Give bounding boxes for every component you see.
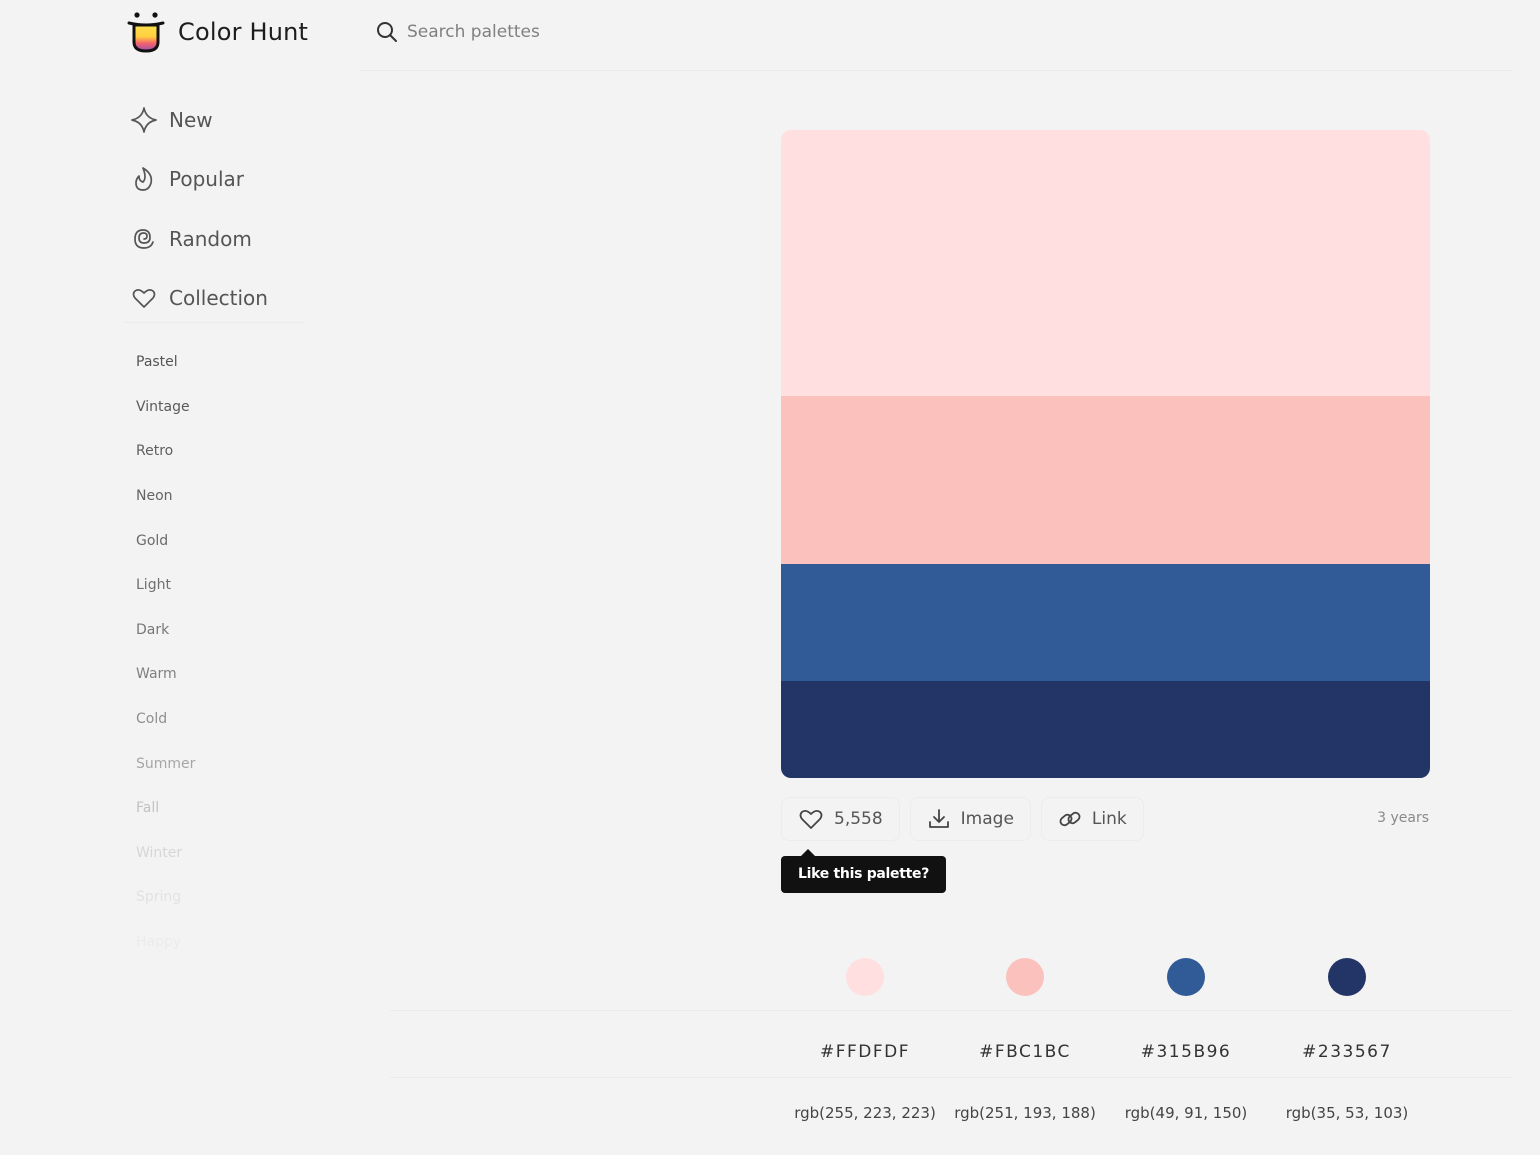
hex-code[interactable]: #233567	[1267, 1042, 1427, 1062]
tag-spring[interactable]: Spring	[136, 875, 195, 920]
logo-title: Color Hunt	[178, 18, 309, 46]
sidebar-nav: New Popular Random Collection	[131, 90, 268, 328]
header-divider	[360, 70, 1512, 71]
palette-card	[781, 130, 1430, 778]
heart-icon	[799, 809, 823, 829]
sidebar-item-label: Collection	[169, 286, 268, 311]
search-icon	[377, 22, 397, 42]
like-count: 5,558	[834, 809, 883, 829]
tag-fall[interactable]: Fall	[136, 786, 195, 831]
flame-icon	[131, 166, 157, 192]
sidebar-item-label: Random	[169, 226, 252, 251]
sidebar-item-collection[interactable]: Collection	[131, 269, 268, 329]
palette-color-band[interactable]	[781, 130, 1430, 396]
palette-color-band[interactable]	[781, 395, 1430, 565]
tag-retro[interactable]: Retro	[136, 429, 195, 474]
color-dot[interactable]	[1328, 958, 1366, 996]
tag-happy[interactable]: Happy	[136, 920, 195, 965]
tag-cold[interactable]: Cold	[136, 697, 195, 742]
tag-vintage[interactable]: Vintage	[136, 385, 195, 430]
hex-code[interactable]: #FBC1BC	[945, 1042, 1105, 1062]
rgb-code[interactable]: rgb(255, 223, 223)	[785, 1104, 945, 1122]
color-dot[interactable]	[1006, 958, 1044, 996]
color-swatch: #315B96 rgb(49, 91, 150)	[1106, 958, 1266, 1122]
like-tooltip: Like this palette?	[781, 849, 947, 893]
download-icon	[928, 809, 949, 828]
palette-color-band[interactable]	[781, 680, 1430, 778]
color-swatch: #233567 rgb(35, 53, 103)	[1267, 958, 1427, 1122]
tag-list: Pastel Vintage Retro Neon Gold Light Dark Warm C…	[136, 340, 195, 964]
hex-code[interactable]: #FFDFDF	[785, 1042, 945, 1062]
sparkle-icon	[131, 106, 157, 133]
tag-warm[interactable]: Warm	[136, 652, 195, 697]
like-button[interactable]: 5,558	[781, 797, 900, 841]
search-input[interactable]	[407, 22, 707, 42]
sidebar-item-new[interactable]: New	[131, 90, 268, 150]
tag-summer[interactable]: Summer	[136, 741, 195, 786]
logo[interactable]: Color Hunt	[126, 10, 308, 54]
copy-link-button[interactable]: Link	[1040, 797, 1144, 841]
palette-age: 3 years	[1377, 810, 1429, 826]
image-label: Image	[960, 809, 1014, 829]
sidebar-item-label: New	[169, 107, 213, 132]
link-label: Link	[1091, 809, 1127, 829]
color-swatch: #FFDFDF rgb(255, 223, 223)	[785, 958, 945, 1122]
tag-dark[interactable]: Dark	[136, 608, 195, 653]
link-icon	[1059, 811, 1081, 827]
tag-light[interactable]: Light	[136, 563, 195, 608]
sidebar-item-popular[interactable]: Popular	[131, 150, 268, 210]
hex-code[interactable]: #315B96	[1106, 1042, 1266, 1062]
rgb-code[interactable]: rgb(35, 53, 103)	[1267, 1104, 1427, 1122]
color-dot[interactable]	[1167, 958, 1205, 996]
tag-pastel[interactable]: Pastel	[136, 340, 195, 385]
tag-neon[interactable]: Neon	[136, 474, 195, 519]
color-swatch: #FBC1BC rgb(251, 193, 188)	[945, 958, 1105, 1122]
tag-winter[interactable]: Winter	[136, 831, 195, 876]
rgb-code[interactable]: rgb(251, 193, 188)	[945, 1104, 1105, 1122]
palette-actions: 5,558 Image Link	[781, 797, 1144, 841]
spiral-icon	[131, 226, 157, 252]
heart-icon	[131, 285, 157, 311]
download-image-button[interactable]: Image	[909, 797, 1031, 841]
rgb-code[interactable]: rgb(49, 91, 150)	[1106, 1104, 1266, 1122]
logo-icon	[127, 12, 165, 53]
sidebar-item-label: Popular	[169, 167, 244, 192]
sidebar-item-random[interactable]: Random	[131, 209, 268, 269]
sidebar-divider	[124, 322, 304, 323]
tag-gold[interactable]: Gold	[136, 518, 195, 563]
color-dot[interactable]	[846, 958, 884, 996]
search-bar[interactable]	[376, 21, 707, 43]
palette-color-band[interactable]	[781, 564, 1430, 681]
